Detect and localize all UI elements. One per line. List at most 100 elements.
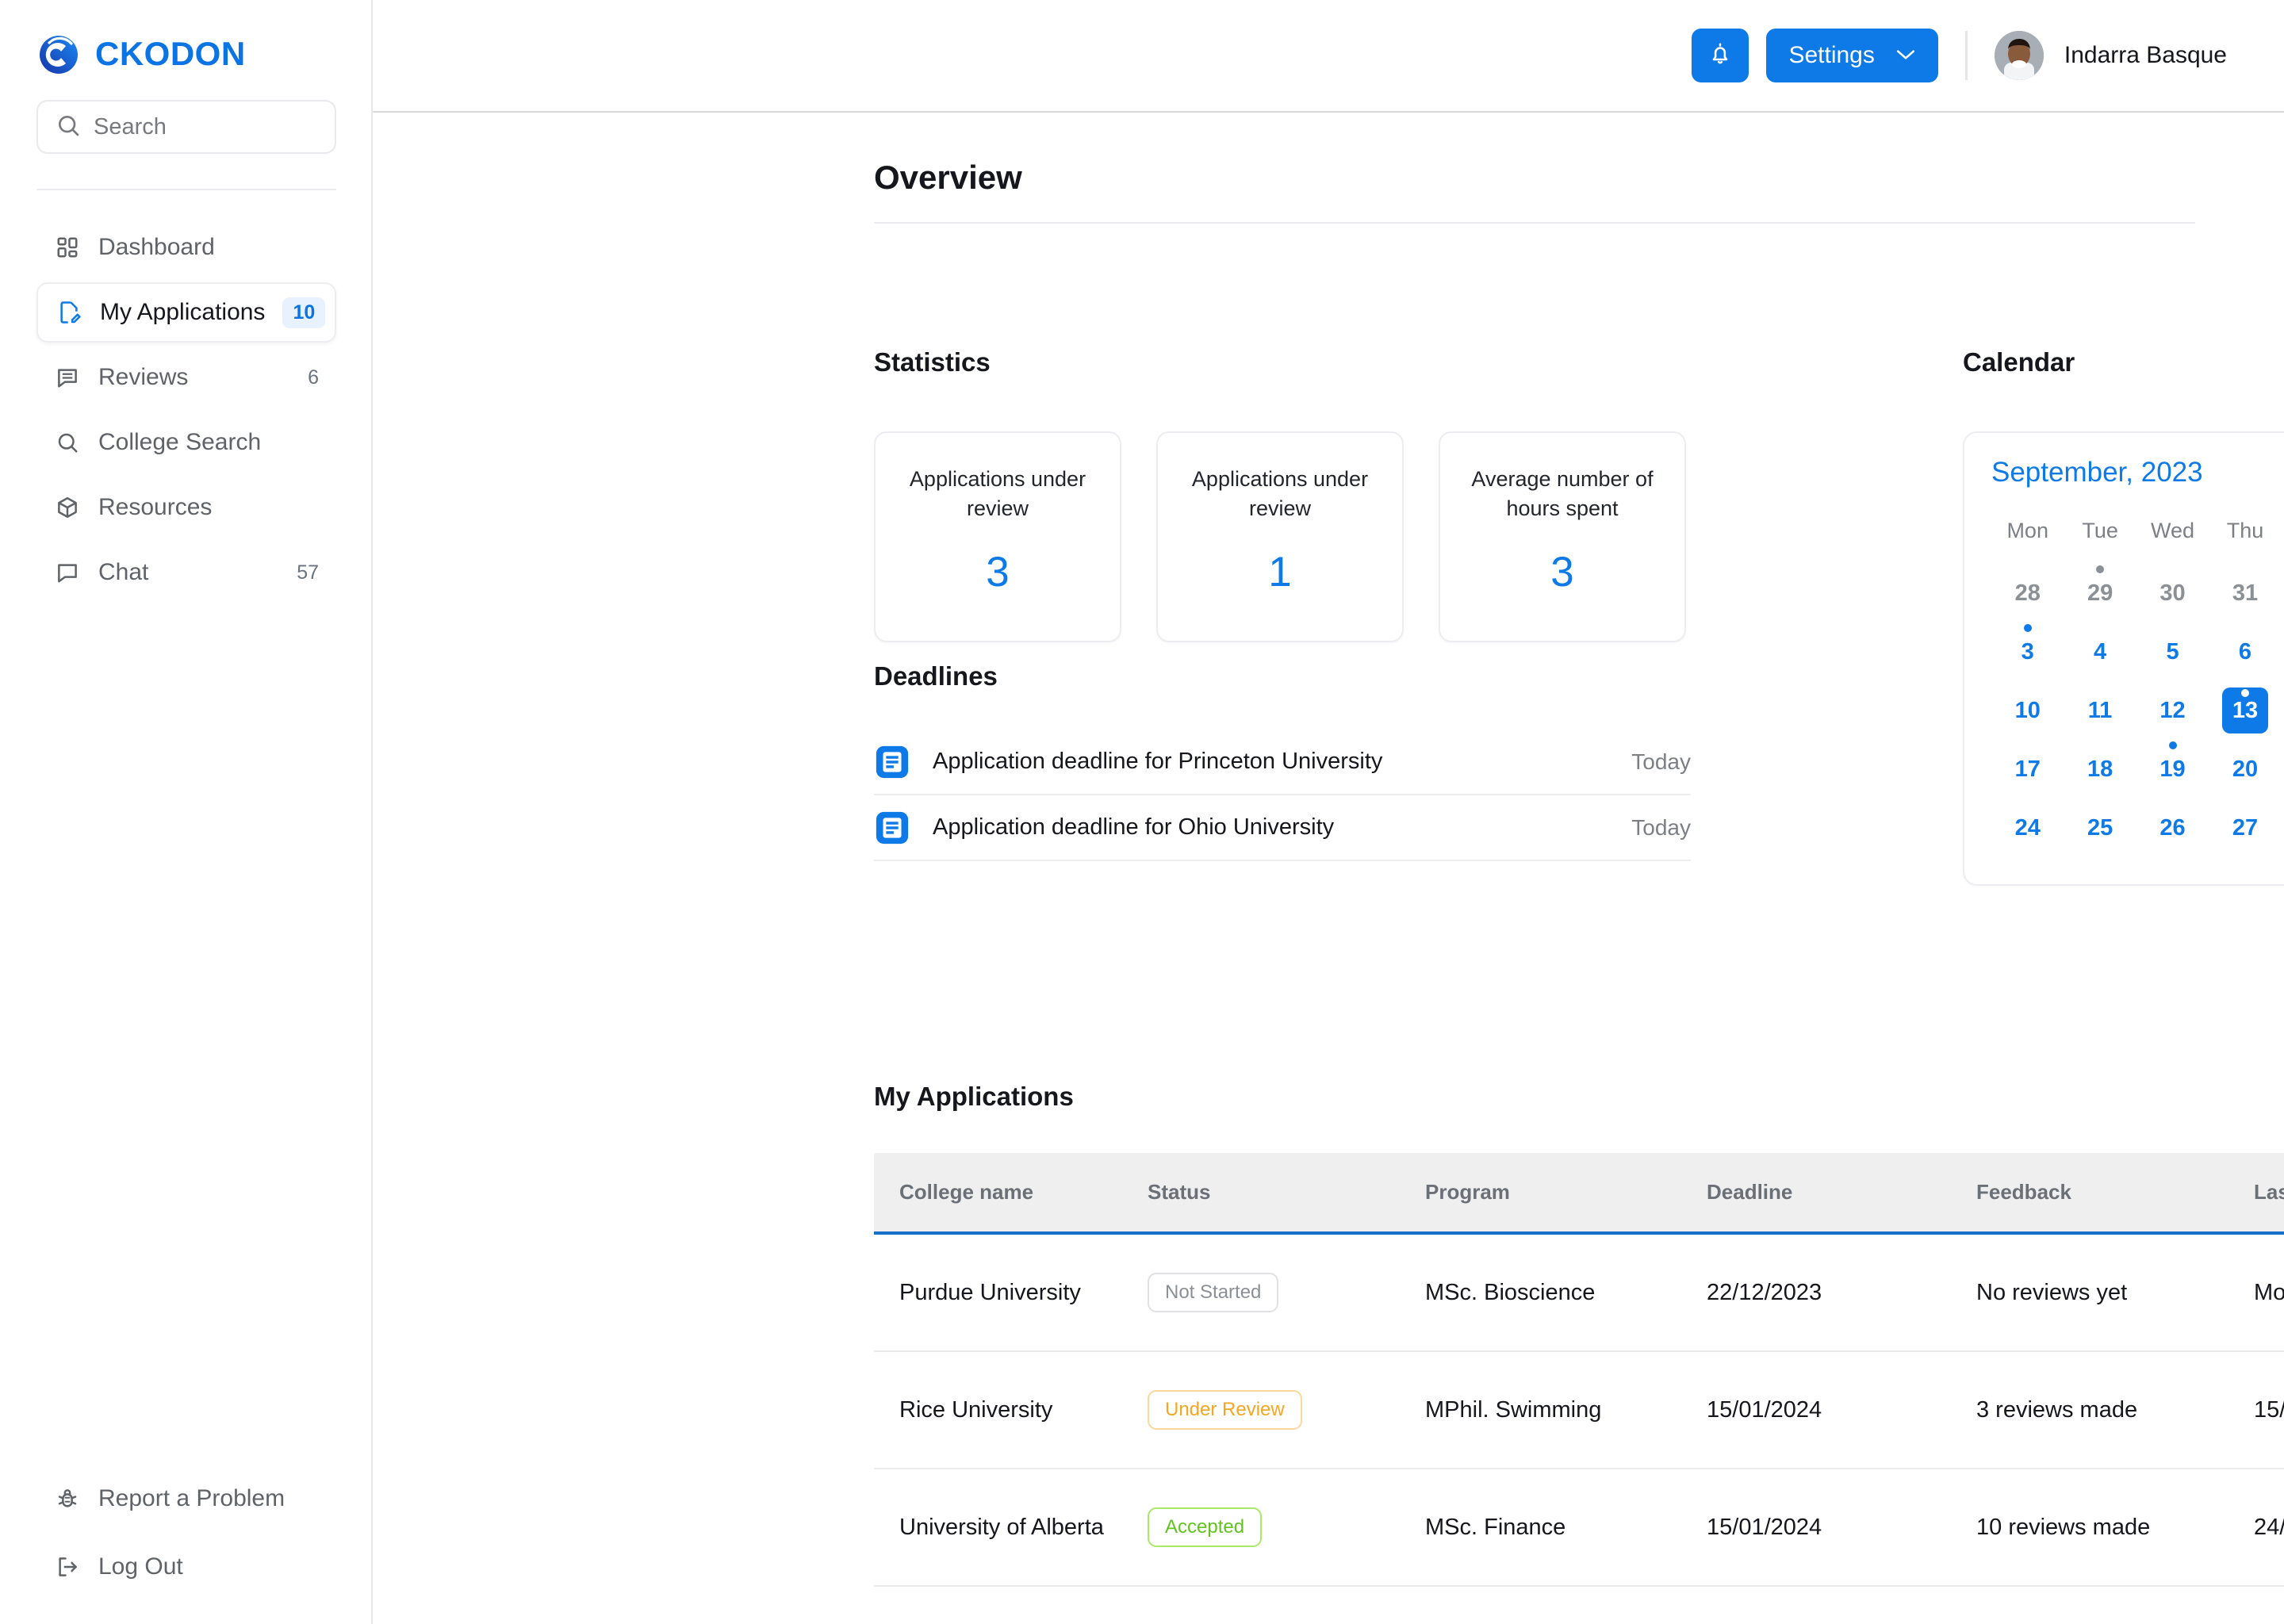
sidebar-item-label: Log Out	[98, 1553, 183, 1580]
bug-icon	[54, 1485, 81, 1512]
calendar-cell: 10	[1991, 681, 2064, 740]
stat-label: Average number of hours spent	[1471, 467, 1654, 521]
calendar-cell-today: 13	[2209, 681, 2281, 740]
sidebar-item-my-applications[interactable]: My Applications 10	[36, 282, 336, 343]
sidebar-footer: Report a Problem Log Out	[0, 1469, 373, 1624]
box-icon	[54, 494, 81, 521]
status-badge: Accepted	[1148, 1507, 1263, 1547]
calendar-day[interactable]: 5	[2150, 629, 2196, 675]
search-input[interactable]	[94, 113, 317, 140]
sidebar-item-count: 6	[308, 366, 319, 389]
table-row[interactable]: Rice University Under Review MPhil. Swim…	[874, 1351, 2284, 1469]
document-icon	[874, 744, 910, 780]
event-dot	[2168, 741, 2177, 749]
calendar-day[interactable]: 28	[2005, 570, 2051, 616]
calendar-day[interactable]: 3	[2005, 629, 2051, 675]
calendar-day[interactable]: 18	[2077, 746, 2123, 792]
calendar-cell: 5	[2136, 622, 2209, 681]
calendar-cell: 19	[2136, 740, 2209, 799]
calendar-dow: Wed	[2151, 519, 2195, 542]
sidebar-item-label: College Search	[98, 429, 262, 455]
column-header-feedback[interactable]: Feedback	[1976, 1153, 2254, 1235]
calendar-day[interactable]: 27	[2222, 805, 2268, 851]
column-header-last-updated[interactable]: Last updated	[2254, 1153, 2284, 1235]
sidebar-item-chat[interactable]: Chat 57	[36, 542, 336, 603]
sidebar-item-label: Dashboard	[98, 234, 215, 260]
calendar-day[interactable]: 12	[2150, 688, 2196, 733]
calendar-day[interactable]: 26	[2150, 805, 2196, 851]
calendar-heading: Calendar	[1963, 347, 2075, 377]
cell-deadline: 15/01/2024	[1707, 1469, 1976, 1587]
search-box[interactable]	[36, 100, 336, 154]
search-icon	[56, 113, 81, 142]
sidebar-item-resources[interactable]: Resources	[36, 477, 336, 538]
sidebar-item-dashboard[interactable]: Dashboard	[36, 217, 336, 278]
sidebar-item-label: Reviews	[98, 364, 189, 390]
calendar-cell: 31	[2209, 564, 2281, 622]
column-header-program[interactable]: Program	[1425, 1153, 1707, 1235]
statistics-cards: Applications under review 3 Applications…	[874, 431, 1715, 642]
cell-last-updated: 24/10/2023 9:54 AM	[2254, 1469, 2284, 1587]
table-row[interactable]: University of Alberta Accepted MSc. Fina…	[874, 1469, 2284, 1587]
notifications-button[interactable]	[1692, 29, 1749, 82]
chat-icon	[54, 559, 81, 586]
top-bar: Settings Indarra Basque	[373, 0, 2284, 113]
chevron-down-icon	[1895, 48, 1916, 63]
stat-value: 3	[986, 549, 1010, 596]
deadline-text: Application deadline for Princeton Unive…	[933, 749, 1383, 774]
file-edit-icon	[56, 299, 82, 326]
deadline-item[interactable]: Application deadline for Princeton Unive…	[874, 730, 1691, 795]
sidebar-item-college-search[interactable]: College Search	[36, 412, 336, 473]
calendar-day[interactable]: 24	[2005, 805, 2051, 851]
page-title: Overview	[874, 159, 1022, 196]
column-header-status[interactable]: Status	[1148, 1153, 1425, 1235]
table-row[interactable]: Purdue University Not Started MSc. Biosc…	[874, 1233, 2284, 1352]
column-header-college-name[interactable]: College name	[874, 1153, 1148, 1235]
event-dot	[2240, 689, 2249, 697]
calendar-month-label: September, 2023	[1991, 457, 2203, 488]
calendar-cell: 12	[2136, 681, 2209, 740]
calendar-day[interactable]: 11	[2077, 688, 2123, 733]
avatar[interactable]	[1994, 31, 2044, 80]
column-header-deadline[interactable]: Deadline	[1707, 1153, 1976, 1235]
header-separator	[1964, 31, 1968, 80]
calendar-day[interactable]: 10	[2005, 688, 2051, 733]
grid-icon	[54, 234, 81, 261]
calendar-day[interactable]: 4	[2077, 629, 2123, 675]
calendar-day[interactable]: 6	[2222, 629, 2268, 675]
cell-program: MSc. Bioscience	[1425, 1233, 1707, 1352]
sidebar-item-count: 10	[282, 297, 326, 328]
calendar-day[interactable]: 31	[2222, 570, 2268, 616]
calendar-day[interactable]: 30	[2150, 570, 2196, 616]
calendar-day[interactable]: 25	[2077, 805, 2123, 851]
sidebar-item-reviews[interactable]: Reviews 6	[36, 347, 336, 408]
calendar-cell: 26	[2136, 799, 2209, 857]
cell-feedback: No reviews yet	[1976, 1233, 2254, 1352]
settings-button[interactable]: Settings	[1766, 29, 1938, 82]
table-header-row: College name Status Program Deadline Fee…	[874, 1153, 2284, 1235]
stat-card: Applications under review 3	[874, 431, 1121, 642]
sidebar-item-label: My Applications	[100, 299, 266, 325]
deadline-when: Today	[1631, 749, 1691, 774]
stat-card: Applications under review 1	[1156, 431, 1404, 642]
calendar-day[interactable]: 19	[2150, 746, 2196, 792]
search-icon	[54, 429, 81, 456]
calendar-cell: 24	[1991, 799, 2064, 857]
calendar-cell: 27	[2209, 799, 2281, 857]
status-badge: Not Started	[1148, 1273, 1279, 1312]
calendar-day[interactable]: 20	[2222, 746, 2268, 792]
sidebar-item-report-problem[interactable]: Report a Problem	[36, 1469, 338, 1529]
brand-logo[interactable]: CKODON	[0, 0, 371, 78]
cell-last-updated: 15/11/2023 5:30 PM	[2254, 1351, 2284, 1469]
calendar-cell: 20	[2209, 740, 2281, 799]
calendar-dow: Mon	[2006, 519, 2048, 542]
sidebar-item-log-out[interactable]: Log Out	[36, 1537, 338, 1597]
calendar-section: Calendar September, 2023 Mon Tue Wed Thu…	[1963, 347, 2284, 886]
deadline-item[interactable]: Application deadline for Ohio University…	[874, 795, 1691, 861]
calendar-day[interactable]: 29	[2077, 570, 2123, 616]
sidebar-item-label: Report a Problem	[98, 1485, 286, 1511]
event-dot	[2096, 565, 2105, 573]
calendar-day[interactable]: 17	[2005, 746, 2051, 792]
table-body: Purdue University Not Started MSc. Biosc…	[874, 1233, 2284, 1587]
page-title-rule	[874, 222, 2195, 224]
